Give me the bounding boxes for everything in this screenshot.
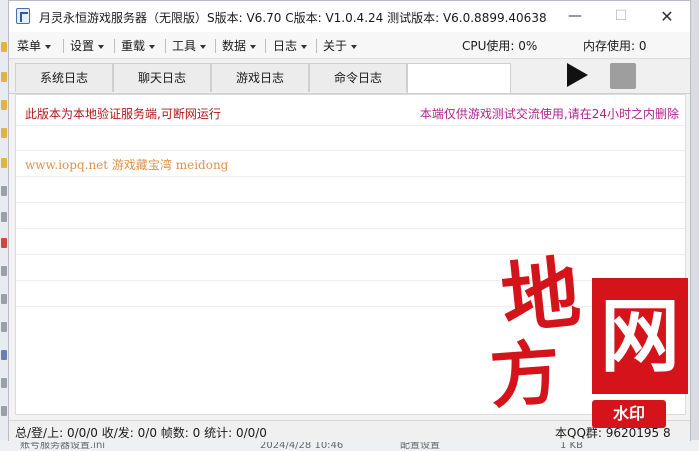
log-row xyxy=(16,204,685,229)
maximize-button[interactable]: ☐ xyxy=(598,1,644,32)
menu-divider xyxy=(114,39,115,53)
menu-divider xyxy=(215,39,216,53)
tab-bar: 系统日志 聊天日志 游戏日志 命令日志 xyxy=(9,59,690,94)
close-button[interactable]: ✕ xyxy=(644,1,690,32)
chevron-down-icon xyxy=(45,44,52,49)
menu-tools[interactable]: 工具 xyxy=(172,37,207,54)
cpu-usage: CPU使用: 0% xyxy=(462,39,538,53)
menu-divider xyxy=(316,39,317,53)
menu-about[interactable]: 关于 xyxy=(323,37,358,54)
file-icon xyxy=(1,322,7,332)
folder-icon xyxy=(1,42,7,52)
menu-divider xyxy=(63,39,64,53)
chevron-down-icon xyxy=(351,44,358,49)
play-icon xyxy=(567,63,588,87)
log-row xyxy=(16,178,685,203)
menu-about-label: 关于 xyxy=(323,39,348,53)
menu-bar: 菜单 设置 重载 工具 数据 日志 关于 CPU使用: 0% 内存使用: 0 xyxy=(9,32,690,59)
menu-settings-label: 设置 xyxy=(70,39,95,53)
watermark-char-fang: 方 xyxy=(487,330,563,419)
log-area[interactable]: 此版本为本地验证服务端,可断网运行 本端仅供游戏测试交流使用,请在24小时之内删… xyxy=(15,94,686,415)
menu-reload[interactable]: 重载 xyxy=(121,37,156,54)
folder-icon xyxy=(1,128,7,138)
tab-chat-log[interactable]: 聊天日志 xyxy=(113,63,211,92)
menu-main[interactable]: 菜单 xyxy=(17,37,52,54)
log-site-link: www.iopq.net 游戏藏宝湾 meidong xyxy=(25,158,229,172)
menu-divider xyxy=(165,39,166,53)
menu-settings[interactable]: 设置 xyxy=(70,37,105,54)
tab-game-log[interactable]: 游戏日志 xyxy=(211,63,309,92)
app-icon xyxy=(16,8,30,24)
watermark-seal: 水印 xyxy=(592,400,666,428)
tab-blank xyxy=(407,63,511,93)
menu-log[interactable]: 日志 xyxy=(273,37,308,54)
tab-system-log[interactable]: 系统日志 xyxy=(15,63,113,92)
log-row: www.iopq.net 游戏藏宝湾 meidong xyxy=(16,152,685,177)
menu-data-label: 数据 xyxy=(222,39,247,53)
log-notice-local: 此版本为本地验证服务端,可断网运行 xyxy=(25,107,221,121)
log-row xyxy=(16,282,685,307)
memory-usage: 内存使用: 0 xyxy=(583,39,647,53)
file-icon xyxy=(1,406,7,416)
folder-icon xyxy=(1,100,7,110)
tab-command-log[interactable]: 命令日志 xyxy=(309,63,407,92)
log-row: 此版本为本地验证服务端,可断网运行 本端仅供游戏测试交流使用,请在24小时之内删… xyxy=(16,101,685,126)
chevron-down-icon xyxy=(301,44,308,49)
chevron-down-icon xyxy=(250,44,257,49)
title-bar: 月灵永恒游戏服务器（无限版）S版本: V6.70 C版本: V1.0.4.24 … xyxy=(9,1,690,32)
chevron-down-icon xyxy=(149,44,156,49)
chevron-down-icon xyxy=(98,44,105,49)
watermark-char-wang: 网 xyxy=(592,278,688,394)
stop-server-button[interactable] xyxy=(610,63,636,89)
folder-icon xyxy=(1,72,7,82)
start-server-button[interactable] xyxy=(565,62,589,88)
log-notice-delete: 本端仅供游戏测试交流使用,请在24小时之内删除 xyxy=(419,107,679,121)
menu-log-label: 日志 xyxy=(273,39,298,53)
menu-divider xyxy=(265,39,266,53)
status-counters: 总/登/上: 0/0/0 收/发: 0/0 帧数: 0 统计: 0/0/0 xyxy=(15,426,267,440)
log-row xyxy=(16,256,685,281)
background-explorer-strip xyxy=(0,0,8,451)
file-icon xyxy=(1,266,7,276)
menu-main-label: 菜单 xyxy=(17,39,42,53)
minimize-button[interactable]: — xyxy=(552,1,598,32)
menu-data[interactable]: 数据 xyxy=(222,37,257,54)
file-icon xyxy=(1,238,7,248)
status-bar: 总/登/上: 0/0/0 收/发: 0/0 帧数: 0 统计: 0/0/0 本Q… xyxy=(9,420,690,442)
file-icon xyxy=(1,294,7,304)
menu-reload-label: 重载 xyxy=(121,39,146,53)
file-icon xyxy=(1,378,7,388)
log-row xyxy=(16,230,685,255)
chevron-down-icon xyxy=(200,44,207,49)
folder-icon xyxy=(1,158,7,168)
file-icon xyxy=(1,186,7,196)
log-row xyxy=(16,126,685,151)
watermark-char-di: 地 xyxy=(497,247,585,346)
file-icon xyxy=(1,212,7,222)
server-window: 月灵永恒游戏服务器（无限版）S版本: V6.70 C版本: V1.0.4.24 … xyxy=(8,0,691,442)
file-icon xyxy=(1,350,7,360)
window-title: 月灵永恒游戏服务器（无限版）S版本: V6.70 C版本: V1.0.4.24 … xyxy=(39,11,547,25)
menu-tools-label: 工具 xyxy=(172,39,197,53)
